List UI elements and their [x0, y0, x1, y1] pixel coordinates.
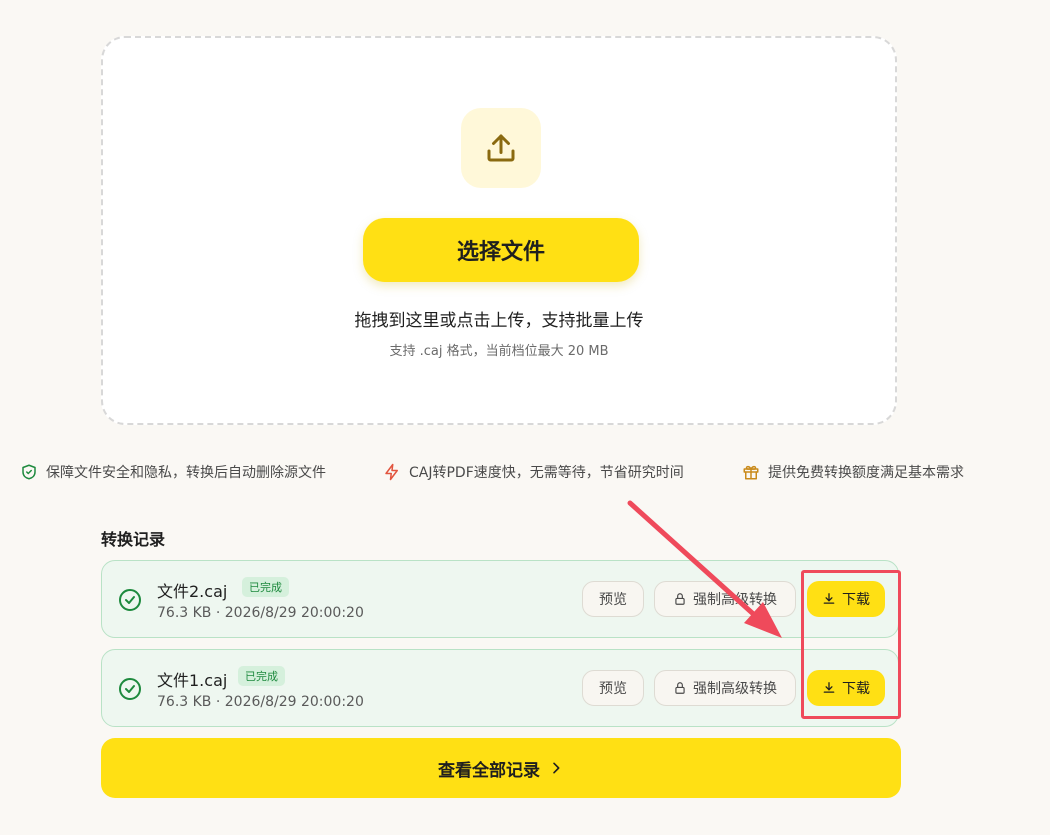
- view-all-records-button[interactable]: 查看全部记录: [101, 738, 901, 798]
- feature-strip: 保障文件安全和隐私，转换后自动删除源文件 CAJ转PDF速度快，无需等待，节省研…: [20, 462, 1030, 486]
- status-badge: 已完成: [242, 577, 289, 597]
- feature-speed: CAJ转PDF速度快，无需等待，节省研究时间: [383, 462, 684, 482]
- choose-file-button[interactable]: 选择文件: [363, 218, 639, 282]
- gift-icon: [743, 465, 759, 480]
- force-advanced-convert-button[interactable]: 强制高级转换: [654, 581, 796, 617]
- download-label: 下载: [842, 592, 870, 608]
- check-circle-icon: [119, 589, 141, 611]
- drop-sub-hint: 支持 .caj 格式，当前档位最大 20 MB: [389, 344, 609, 359]
- record-filename: 文件1.caj: [157, 671, 228, 690]
- download-button[interactable]: 下载: [807, 581, 885, 617]
- download-icon: [823, 682, 835, 693]
- feature-free-text: 提供免费转换额度满足基本需求: [768, 465, 964, 481]
- lock-icon: [675, 682, 685, 694]
- record-meta: 76.3 KB · 2026/8/29 20:00:20: [157, 694, 364, 710]
- lightning-icon: [385, 463, 398, 481]
- download-button[interactable]: 下载: [807, 670, 885, 706]
- feature-free: 提供免费转换额度满足基本需求: [742, 462, 964, 482]
- drop-hint: 拖拽到这里或点击上传，支持批量上传: [354, 311, 644, 331]
- force-advanced-convert-button[interactable]: 强制高级转换: [654, 670, 796, 706]
- upload-icon: [487, 134, 515, 162]
- records-title: 转换记录: [101, 530, 166, 549]
- preview-button[interactable]: 预览: [582, 670, 644, 706]
- shield-check-icon: [22, 464, 36, 480]
- download-label: 下载: [842, 681, 870, 697]
- page: 选择文件 拖拽到这里或点击上传，支持批量上传 支持 .caj 格式，当前档位最大…: [0, 0, 1050, 835]
- chevron-right-icon: [553, 762, 560, 774]
- record-filename: 文件2.caj: [157, 582, 228, 601]
- force-advanced-convert-label: 强制高级转换: [693, 592, 777, 608]
- record-row: 文件1.caj 已完成 76.3 KB · 2026/8/29 20:00:20…: [101, 649, 899, 727]
- status-badge: 已完成: [238, 666, 285, 686]
- feature-security-text: 保障文件安全和隐私，转换后自动删除源文件: [46, 465, 326, 481]
- view-all-records-label: 查看全部记录: [438, 760, 540, 781]
- record-row: 文件2.caj 已完成 76.3 KB · 2026/8/29 20:00:20…: [101, 560, 899, 638]
- force-advanced-convert-label: 强制高级转换: [693, 681, 777, 697]
- upload-icon-box: [461, 108, 541, 188]
- download-icon: [823, 593, 835, 604]
- record-meta: 76.3 KB · 2026/8/29 20:00:20: [157, 605, 364, 621]
- check-circle-icon: [119, 678, 141, 700]
- lock-icon: [675, 593, 685, 605]
- feature-speed-text: CAJ转PDF速度快，无需等待，节省研究时间: [409, 465, 684, 481]
- feature-security: 保障文件安全和隐私，转换后自动删除源文件: [20, 462, 326, 482]
- upload-dropzone[interactable]: 选择文件 拖拽到这里或点击上传，支持批量上传 支持 .caj 格式，当前档位最大…: [101, 36, 897, 425]
- preview-button[interactable]: 预览: [582, 581, 644, 617]
